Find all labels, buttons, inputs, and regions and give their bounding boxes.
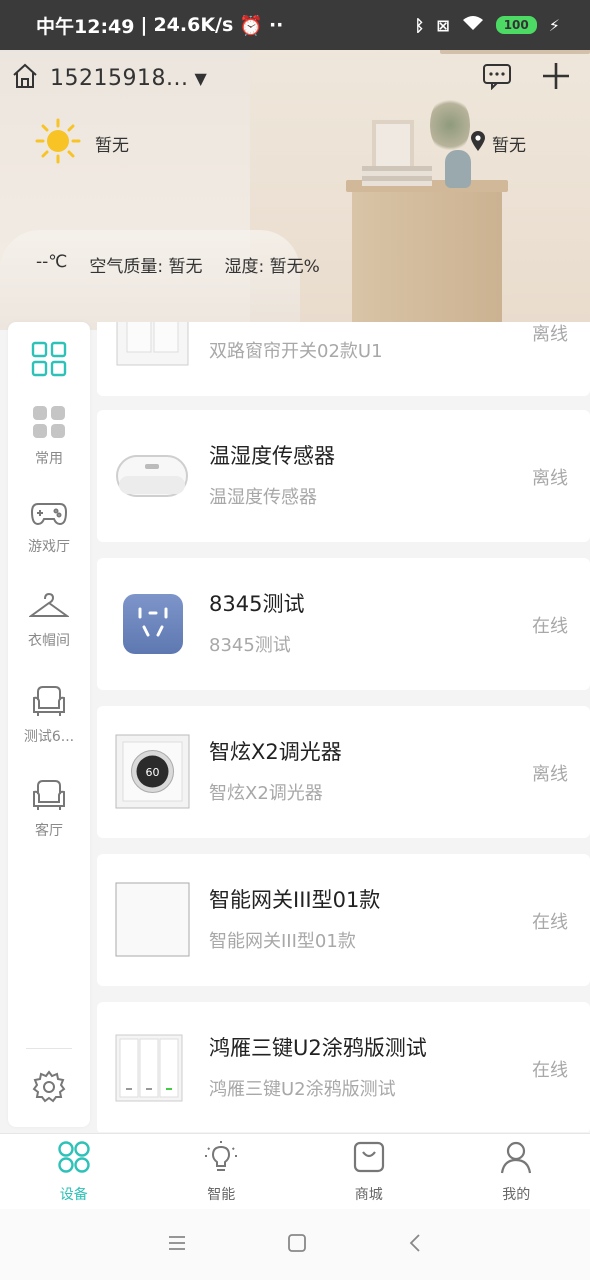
environment-info: --℃ 空气质量: 暂无 湿度: 暂无% <box>36 252 320 277</box>
device-status: 在线 <box>532 616 568 637</box>
device-card[interactable]: 8345测试 8345测试 在线 <box>97 558 590 690</box>
device-name: 温湿度传感器 <box>209 444 335 468</box>
menu-icon[interactable] <box>167 1234 187 1256</box>
device-status: 在线 <box>532 1060 568 1081</box>
shopping-bag-icon <box>352 1140 386 1178</box>
device-thumbnail <box>115 1030 190 1105</box>
message-icon[interactable] <box>482 62 512 94</box>
device-card[interactable]: 60 智炫X2调光器 智炫X2调光器 离线 <box>97 706 590 838</box>
hanger-icon <box>27 592 71 626</box>
armchair-icon <box>31 780 67 816</box>
home-button-icon[interactable] <box>287 1233 307 1257</box>
room-settings-button[interactable] <box>8 1070 90 1108</box>
tab-store[interactable]: 商城 <box>295 1134 443 1209</box>
status-time: 中午12:49 <box>36 15 135 38</box>
device-status: 离线 <box>532 764 568 785</box>
status-speed: 24.6K/s <box>153 14 234 36</box>
tab-label: 我的 <box>502 1187 531 1203</box>
sidebar-item-label: 客厅 <box>35 823 63 839</box>
bluetooth-icon: ᛒ <box>414 15 425 35</box>
bottom-navigation: 设备 智能 商城 我的 <box>0 1133 590 1209</box>
back-icon[interactable] <box>407 1233 423 1257</box>
weather-widget: 暂无 <box>35 118 129 169</box>
socket-icon <box>115 586 190 661</box>
device-subtitle: 温湿度传感器 <box>209 487 317 508</box>
chevron-down-icon[interactable]: ▼ <box>194 69 206 88</box>
sidebar-item-test6[interactable]: 测试6... <box>8 684 90 746</box>
device-name: 智能网关III型01款 <box>209 888 381 912</box>
user-icon <box>499 1140 533 1178</box>
device-card[interactable]: 温湿度传感器 温湿度传感器 离线 <box>97 410 590 542</box>
air-quality-text: 空气质量: 暂无 <box>89 257 203 277</box>
tab-label: 设备 <box>59 1187 88 1203</box>
tab-profile[interactable]: 我的 <box>443 1134 590 1209</box>
device-name: 8345测试 <box>209 592 305 616</box>
device-card[interactable]: 鸿雁三键U2涂鸦版测试 鸿雁三键U2涂鸦版测试 在线 <box>97 1002 590 1132</box>
gear-icon <box>32 1070 66 1108</box>
location-display: 暂无 <box>470 130 526 157</box>
alarm-icon: ⏰ <box>239 14 263 37</box>
device-status: 离线 <box>532 324 568 345</box>
device-card[interactable]: 智能网关III型01款 智能网关III型01款 在线 <box>97 854 590 986</box>
sim-icon: ⊠ <box>436 15 450 35</box>
gamepad-icon <box>30 503 68 532</box>
sidebar-item-all[interactable] <box>8 340 90 382</box>
tab-label: 智能 <box>207 1187 236 1203</box>
device-subtitle: 智炫X2调光器 <box>209 783 323 804</box>
sidebar-divider <box>26 1048 72 1049</box>
device-thumbnail <box>115 882 190 957</box>
app-header: 15215918... ▼ <box>10 58 580 98</box>
sidebar-item-label: 常用 <box>35 451 63 467</box>
add-icon[interactable] <box>540 60 572 96</box>
status-bar: 中午12:49 | 24.6K/s ⏰ ·· ᛒ ⊠ 100 ⚡ <box>0 0 590 50</box>
tab-smart[interactable]: 智能 <box>148 1134 296 1209</box>
sun-icon <box>35 118 81 169</box>
sidebar-item-common[interactable]: 常用 <box>8 404 90 468</box>
tab-devices[interactable]: 设备 <box>0 1134 148 1209</box>
home-selector[interactable]: 15215918... <box>50 66 188 91</box>
lightbulb-icon <box>204 1140 238 1178</box>
device-name: 鸿雁三键U2涂鸦版测试 <box>209 1036 427 1060</box>
home-icon[interactable] <box>10 61 40 95</box>
system-navigation <box>0 1209 590 1280</box>
charging-icon: ⚡ <box>548 15 560 35</box>
sidebar-item-label: 测试6... <box>23 729 75 745</box>
apps-icon <box>31 406 67 444</box>
devices-icon <box>57 1140 91 1178</box>
sidebar-item-livingroom[interactable]: 客厅 <box>8 778 90 840</box>
wifi-icon <box>462 15 484 35</box>
device-status: 离线 <box>532 468 568 489</box>
battery-icon: 100 <box>495 16 537 34</box>
sidebar-item-gameroom[interactable]: 游戏厅 <box>8 498 90 556</box>
armchair-icon <box>31 686 67 722</box>
device-thumbnail <box>115 322 190 367</box>
device-subtitle: 双路窗帘开关02款U1 <box>209 341 383 362</box>
sidebar-item-label: 衣帽间 <box>28 633 70 649</box>
device-list: 双路窗帘开关02款U1 离线 温湿度传感器 温湿度传感器 离线 8345测试 8… <box>97 322 590 1132</box>
room-sidebar: 常用 游戏厅 衣帽间 测试6... 客厅 <box>8 322 90 1127</box>
location-pin-icon <box>470 130 486 157</box>
dimmer-icon: 60 <box>115 734 190 809</box>
grid-icon <box>30 341 68 382</box>
device-name: 智炫X2调光器 <box>209 740 342 764</box>
device-thumbnail <box>115 438 190 513</box>
dimmer-value: 60 <box>146 766 160 779</box>
sidebar-item-wardrobe[interactable]: 衣帽间 <box>8 592 90 650</box>
weather-condition: 暂无 <box>95 136 129 156</box>
device-subtitle: 智能网关III型01款 <box>209 931 356 952</box>
location-text: 暂无 <box>492 136 526 156</box>
device-subtitle: 8345测试 <box>209 635 291 656</box>
sidebar-item-label: 游戏厅 <box>28 539 70 555</box>
device-status: 在线 <box>532 912 568 933</box>
temperature-text: --℃ <box>36 252 68 272</box>
device-subtitle: 鸿雁三键U2涂鸦版测试 <box>209 1079 396 1100</box>
tab-label: 商城 <box>354 1187 383 1203</box>
humidity-text: 湿度: 暂无% <box>224 257 320 277</box>
device-card[interactable]: 双路窗帘开关02款U1 离线 <box>97 322 590 396</box>
